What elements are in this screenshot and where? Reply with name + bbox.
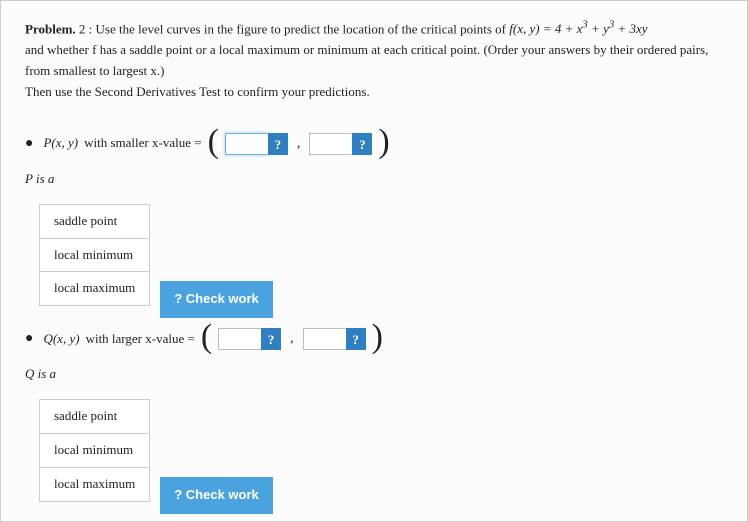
comma: ,	[297, 133, 301, 155]
q-x-help-button[interactable]: ?	[261, 328, 281, 350]
p-y-wrap: ?	[309, 133, 372, 155]
p-check-work-button[interactable]: ? Check work	[160, 281, 273, 318]
problem-text-3a: Then use the	[25, 84, 95, 99]
second-deriv-test: Second Derivatives Test	[95, 84, 221, 99]
p-option-max[interactable]: local maximum	[40, 272, 150, 306]
q-options: saddle point local minimum local maximum	[39, 399, 150, 501]
bullet-icon: ●	[25, 328, 33, 350]
q-option-saddle[interactable]: saddle point	[40, 400, 150, 434]
point-p-row: ● P(x, y) with smaller x-value = ( ? , ?…	[25, 133, 723, 155]
p-options-table: saddle point local minimum local maximum	[39, 204, 150, 306]
bullet-icon: ●	[25, 133, 33, 155]
p-x-wrap: ?	[225, 133, 288, 155]
p-y-help-button[interactable]: ?	[352, 133, 372, 155]
q-check-work-button[interactable]: ? Check work	[160, 477, 273, 514]
p-option-saddle[interactable]: saddle point	[40, 204, 150, 238]
problem-number: 2 :	[79, 21, 92, 36]
p-x-help-button[interactable]: ?	[268, 133, 288, 155]
p-x-input[interactable]	[225, 133, 269, 155]
q-x-input[interactable]	[218, 328, 262, 350]
q-options-row: saddle point local minimum local maximum…	[25, 391, 723, 513]
p-y-input[interactable]	[309, 133, 353, 155]
q-classify-label: Q is a	[25, 364, 723, 385]
p-option-min[interactable]: local minimum	[40, 238, 150, 272]
q-option-min[interactable]: local minimum	[40, 434, 150, 468]
problem-label: Problem.	[25, 21, 76, 36]
p-classify-label: P is a	[25, 169, 723, 190]
q-options-table: saddle point local minimum local maximum	[39, 399, 150, 501]
problem-text-1: Use the level curves in the figure to pr…	[96, 21, 510, 36]
q-option-max[interactable]: local maximum	[40, 467, 150, 501]
problem-text-2: and whether f has a saddle point or a lo…	[25, 42, 708, 78]
p-label-post: with smaller x-value =	[84, 133, 201, 154]
function-expression: f(x, y) = 4 + x3 + y3 + 3xy	[509, 21, 647, 36]
q-x-wrap: ?	[218, 328, 281, 350]
q-y-input[interactable]	[303, 328, 347, 350]
p-label-pre: P(x, y)	[43, 133, 78, 154]
q-label-pre: Q(x, y)	[43, 329, 79, 350]
q-y-wrap: ?	[303, 328, 366, 350]
q-label-post: with larger x-value =	[86, 329, 195, 350]
point-q-row: ● Q(x, y) with larger x-value = ( ? , ? …	[25, 328, 723, 350]
problem-page: Problem. 2 : Use the level curves in the…	[0, 0, 748, 522]
problem-text-3c: to confirm your predictions.	[221, 84, 370, 99]
comma: ,	[290, 328, 294, 350]
q-y-help-button[interactable]: ?	[346, 328, 366, 350]
p-options: saddle point local minimum local maximum	[39, 204, 150, 306]
p-options-row: saddle point local minimum local maximum…	[25, 196, 723, 318]
problem-statement: Problem. 2 : Use the level curves in the…	[25, 17, 723, 103]
